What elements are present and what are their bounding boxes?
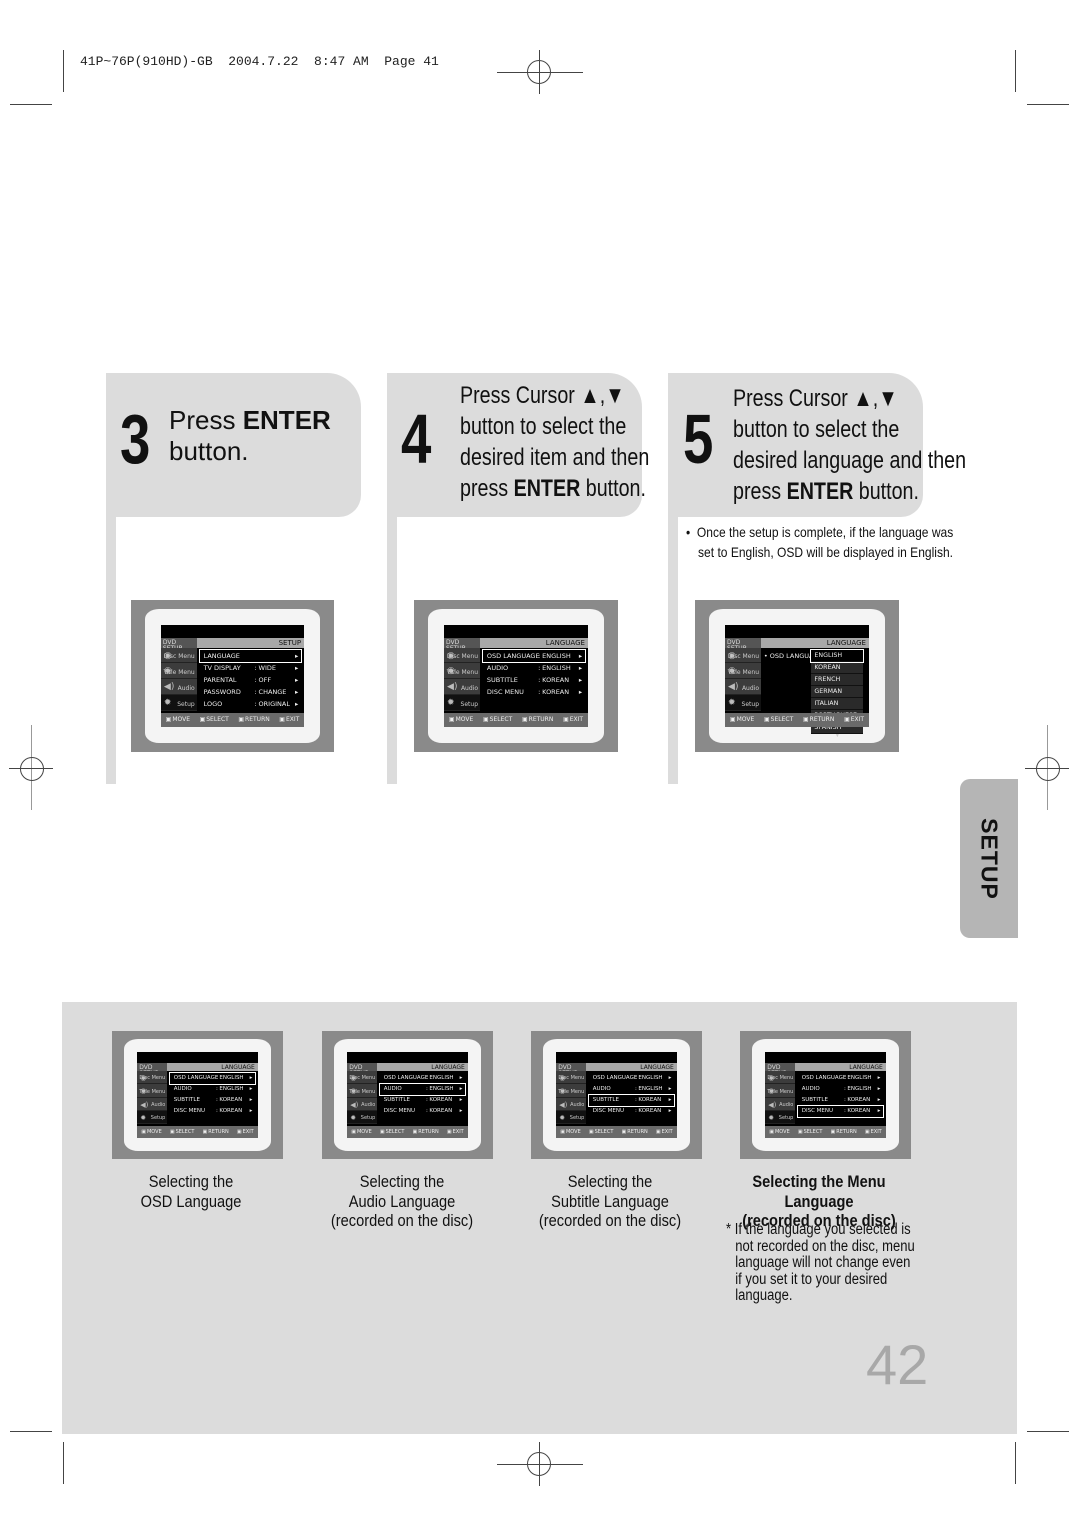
osd-sidebar: ◉ Disc Menu ◉ Title Menu ◀) Audio ✹ Setup: [160, 647, 197, 711]
speaker-icon: ◀): [768, 1100, 777, 1109]
osd-bottom-bar: MOVESELECTRETURNEXIT: [556, 1125, 677, 1138]
osd-row: OSD LANGUAGE: ENGLISH ▸: [592, 1074, 672, 1081]
osd-title: LANGUAGE: [221, 1064, 255, 1072]
osd-title: LANGUAGE: [431, 1064, 465, 1072]
osd-row: LANGUAGE ▸: [198, 648, 303, 663]
osd-row: OSD LANGUAGE: ENGLISH ▸: [383, 1074, 463, 1081]
step-number: 3: [120, 400, 151, 478]
language-option: ENGLISH: [810, 648, 865, 663]
osd-title: LANGUAGE: [545, 639, 585, 648]
print-header: 41P~76P(910HD)-GB 2004.7.22 8:47 AM Page…: [80, 54, 439, 69]
osd-row: DISC MENU: KOREAN ▸: [592, 1107, 672, 1114]
step-instruction: Press Cursor ▲,▼ button to select the de…: [733, 385, 967, 505]
osd-screenshot-osd-language: DVD SETUPLANGUAGE ◉Disc Menu ◉Title Menu…: [112, 1031, 283, 1159]
language-option: FRENCH: [811, 673, 864, 686]
speaker-icon: ◀): [163, 682, 175, 693]
osd-screenshot-setup: DVD SETUPSETUP ◉Disc Menu ◉Title Menu ◀)…: [131, 600, 334, 752]
osd-row: LOGO: ORIGINAL ▸: [203, 699, 299, 708]
osd-row: SUBTITLE: KOREAN ▸: [486, 675, 583, 684]
osd-row: OSD LANGUAGE: ENGLISH ▸: [801, 1074, 881, 1081]
speaker-icon: ◀): [728, 682, 739, 693]
osd-row: OSD LANGUAGE: ENGLISH ▸: [168, 1071, 257, 1085]
menu-language-note: * If the language you selected is not re…: [726, 1221, 915, 1304]
osd-row: DISC MENU: KOREAN ▸: [796, 1104, 885, 1118]
page-number: 42: [866, 1333, 929, 1396]
gear-icon: ✹: [350, 1113, 357, 1122]
caption-audio-language: Selecting the Audio Language (recorded on …: [330, 1172, 474, 1230]
osd-row: PARENTAL: OFF ▸: [203, 675, 299, 684]
speaker-icon: ◀): [140, 1100, 149, 1109]
osd-row: AUDIO: ENGLISH ▸: [486, 663, 583, 672]
osd-sidebar: ◉ Disc Menu ◉ Title Menu ◀) Audio ✹ Setup: [725, 647, 762, 711]
language-option: GERMAN: [811, 685, 864, 698]
speaker-icon: ◀): [350, 1100, 359, 1109]
osd-screenshot-disc-menu-language: DVD SETUPLANGUAGE ◉Disc Menu ◉Title Menu…: [740, 1031, 911, 1159]
gear-icon: ✹: [768, 1113, 775, 1122]
osd-bottom-bar: MOVESELECTRETURNEXIT: [765, 1125, 886, 1138]
gear-icon: ✹: [728, 697, 736, 708]
gear-icon: ✹: [447, 697, 455, 708]
gear-icon: ✹: [559, 1113, 566, 1122]
osd-bottom-bar: MOVESELECTRETURNEXIT: [725, 712, 869, 727]
osd-row: SUBTITLE: KOREAN ▸: [383, 1096, 463, 1103]
osd-row: AUDIO: ENGLISH ▸: [378, 1082, 467, 1096]
osd-sidebar: ◉ Disc Menu ◉ Title Menu ◀) Audio ✹ Setup: [137, 1071, 168, 1125]
osd-title: LANGUAGE: [640, 1064, 674, 1072]
language-option: KOREAN: [811, 661, 864, 674]
osd-sidebar: ◉ Disc Menu ◉ Title Menu ◀) Audio ✹ Setup: [444, 647, 481, 711]
osd-screenshot-subtitle-language: DVD SETUPLANGUAGE ◉Disc Menu ◉Title Menu…: [531, 1031, 702, 1159]
gear-icon: ✹: [163, 697, 172, 708]
osd-row: DISC MENU: KOREAN ▸: [383, 1107, 463, 1114]
osd-bottom-bar: MOVESELECTRETURNEXIT: [347, 1125, 468, 1138]
section-tab-setup: SETUP: [960, 779, 1018, 938]
osd-title: LANGUAGE: [849, 1064, 883, 1072]
speaker-icon: ◀): [559, 1100, 568, 1109]
osd-title: LANGUAGE: [826, 639, 866, 648]
osd-row: DISC MENU: KOREAN ▸: [486, 687, 583, 696]
osd-row: TV DISPLAY: WIDE ▸: [203, 663, 299, 672]
step-instruction: Press Cursor ▲,▼ button to select the de…: [460, 382, 650, 502]
osd-row: SUBTITLE: KOREAN ▸: [173, 1096, 253, 1103]
caption-subtitle-language: Selecting the Subtitle Language (recorded …: [538, 1172, 682, 1230]
osd-row: SUBTITLE: KOREAN ▸: [801, 1096, 881, 1103]
osd-bottom-bar: MOVESELECTRETURNEXIT: [160, 712, 305, 727]
osd-row: AUDIO: ENGLISH ▸: [592, 1085, 672, 1092]
osd-row: AUDIO: ENGLISH ▸: [173, 1085, 253, 1092]
scroll-down-icon: ▼: [834, 732, 840, 739]
osd-sidebar: ◉ Disc Menu ◉ Title Menu ◀) Audio ✹ Setup: [556, 1071, 587, 1125]
language-option: ITALIAN: [811, 697, 864, 710]
caption-osd-language: Selecting the OSD Language: [140, 1172, 242, 1211]
osd-title: SETUP: [278, 639, 302, 648]
step-number: 4: [401, 400, 432, 478]
speaker-icon: ◀): [447, 682, 458, 693]
osd-row: AUDIO: ENGLISH ▸: [801, 1085, 881, 1092]
osd-row: SUBTITLE: KOREAN ▸: [587, 1093, 676, 1107]
osd-sidebar: ◉ Disc Menu ◉ Title Menu ◀) Audio ✹ Setup: [765, 1071, 796, 1125]
osd-screenshot-language-list: DVD SETUPLANGUAGE ◉Disc Menu ◉Title Menu…: [695, 600, 899, 752]
osd-row: OSD LANGUAGE: ENGLISH ▸: [481, 648, 587, 663]
step-instruction: Press ENTER button.: [169, 405, 331, 466]
osd-row: PASSWORD: CHANGE ▸: [203, 687, 299, 696]
osd-screenshot-audio-language: DVD SETUPLANGUAGE ◉Disc Menu ◉Title Menu…: [322, 1031, 493, 1159]
step-5-note: • Once the setup is complete, if the lan…: [686, 524, 954, 560]
osd-row: DISC MENU: KOREAN ▸: [173, 1107, 253, 1114]
osd-sidebar: ◉ Disc Menu ◉ Title Menu ◀) Audio ✹ Setup: [347, 1071, 378, 1125]
osd-screenshot-language: DVD SETUPLANGUAGE ◉Disc Menu ◉Title Menu…: [414, 600, 618, 752]
osd-bottom-bar: MOVESELECTRETURNEXIT: [444, 712, 588, 727]
step-number: 5: [683, 400, 714, 478]
osd-bottom-bar: MOVESELECTRETURNEXIT: [137, 1125, 258, 1138]
gear-icon: ✹: [140, 1113, 147, 1122]
